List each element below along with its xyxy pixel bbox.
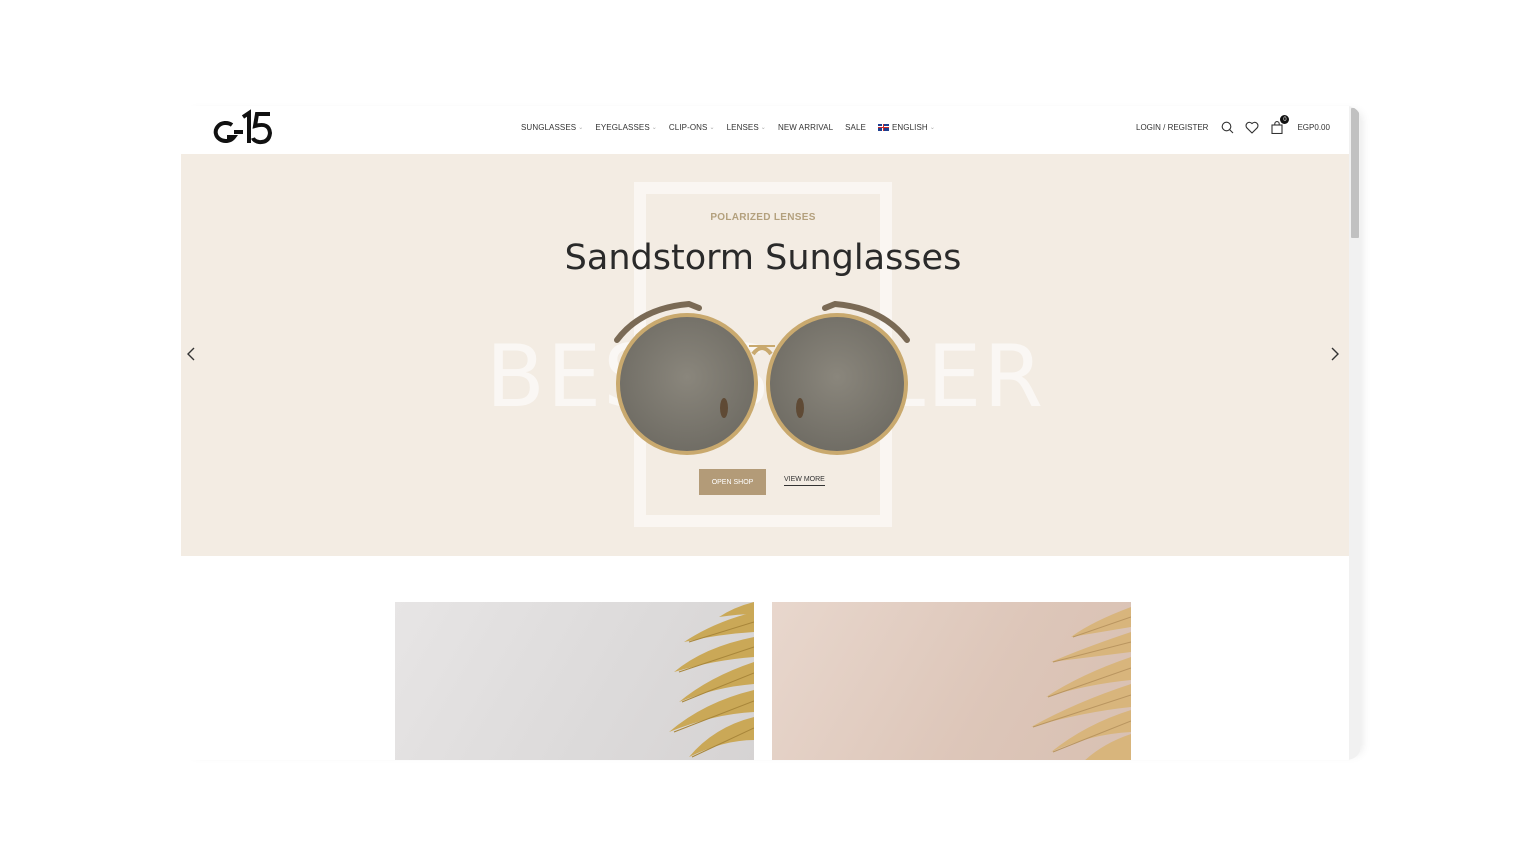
nav-item-sunglasses[interactable]: SUNGLASSES ⌄ [521,123,583,132]
nav-item-eyeglasses[interactable]: EYEGLASSES ⌄ [595,123,657,132]
nav-label: LENSES [726,122,759,132]
logo[interactable] [213,108,275,148]
hero-subtitle: POLARIZED LENSES [710,212,816,223]
hero-slider: BESTSELLER POLARIZED LENSES Sandstorm Su… [181,154,1350,556]
main-nav: SUNGLASSES ⌄ EYEGLASSES ⌄ CLIP-ONS ⌄ LENSES… [521,121,947,133]
chevron-down-icon: ⌄ [929,124,935,131]
promo-banner-gray[interactable] [395,602,754,760]
view-more-link[interactable]: VIEW MORE [784,476,825,486]
open-shop-button[interactable]: OPEN SHOP [699,469,766,495]
nav-label: SALE [845,122,866,132]
heart-icon[interactable] [1245,120,1259,134]
cart-total[interactable]: EGP0.00 [1297,123,1329,132]
chevron-left-icon[interactable] [183,342,199,366]
hero-title: Sandstorm Sunglasses [564,238,962,278]
search-icon[interactable] [1220,120,1234,134]
chevron-down-icon: ⌄ [709,124,715,131]
nav-label: NEW ARRIVAL [777,122,834,132]
sunglasses-product-image [614,300,910,455]
nav-label: CLIP-ONS [668,122,708,132]
palm-leaf-image [1031,607,1131,760]
site-viewport: SUNGLASSES ⌄ EYEGLASSES ⌄ CLIP-ONS ⌄ LENSES… [181,106,1361,760]
site-header: SUNGLASSES ⌄ EYEGLASSES ⌄ CLIP-ONS ⌄ LENSES… [181,106,1351,154]
page-scrollbar[interactable] [1349,106,1361,760]
cart-count-badge: 0 [1280,115,1290,124]
nav-label: EYEGLASSES [595,122,650,132]
nav-item-lenses[interactable]: LENSES ⌄ [727,123,766,132]
promo-banner-pink[interactable] [772,602,1131,760]
nav-item-clip-ons[interactable]: CLIP-ONS ⌄ [669,123,715,132]
header-tools: LOGIN / REGISTER 0 EGP0.00 [1136,115,1330,136]
nav-item-sale[interactable]: SALE [845,123,866,132]
language-label: ENGLISH [891,122,928,132]
palm-leaf-image [669,602,754,758]
chevron-down-icon: ⌄ [578,124,584,131]
chevron-down-icon: ⌄ [760,124,766,131]
login-register-link[interactable]: LOGIN / REGISTER [1136,123,1208,132]
nav-item-new-arrival[interactable]: NEW ARRIVAL [778,123,833,132]
scrollbar-thumb[interactable] [1351,108,1359,238]
chevron-right-icon[interactable] [1327,342,1343,366]
chevron-down-icon: ⌄ [651,124,657,131]
shopping-bag-icon[interactable]: 0 [1270,115,1290,134]
uk-flag-icon [877,123,889,131]
language-switcher[interactable]: ENGLISH ⌄ [877,122,935,132]
nav-label: SUNGLASSES [521,122,577,132]
